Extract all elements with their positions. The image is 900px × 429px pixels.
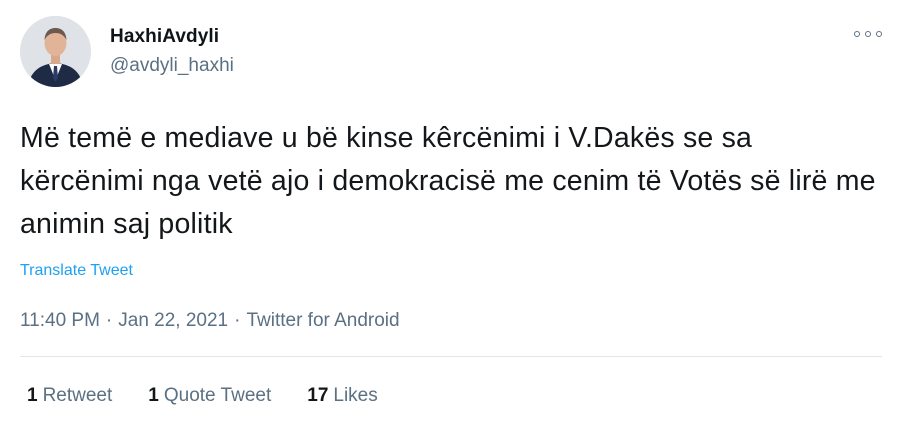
author-display-name[interactable]: HaxhiAvdyli [110,26,219,48]
dot-icon [876,31,882,37]
tweet-time[interactable]: 11:40 PM [20,310,100,332]
meta-separator: · [105,310,113,331]
tweet-metadata: 11:40 PM · Jan 22, 2021 · Twitter for An… [20,310,400,332]
retweets-count: 1 [27,385,38,406]
likes-stat[interactable]: 17 Likes [307,385,378,407]
tweet-date[interactable]: Jan 22, 2021 [118,310,228,332]
author-handle[interactable]: @avdyli_haxhi [110,55,234,77]
translate-tweet-link[interactable]: Translate Tweet [20,262,133,280]
retweets-label: Retweet [42,385,113,406]
quote-tweets-stat[interactable]: 1 Quote Tweet [148,385,271,407]
quote-tweets-count: 1 [148,385,159,406]
quote-tweets-label: Quote Tweet [163,385,272,406]
divider [20,356,882,357]
tweet-card: HaxhiAvdyli @avdyli_haxhi Më temë e medi… [0,0,900,429]
more-options-icon[interactable] [852,24,884,44]
tweet-text: Më temë e mediave u bë kinse kêrcënimi i… [20,122,876,240]
dot-icon [854,31,860,37]
meta-separator: · [234,310,241,331]
retweets-stat[interactable]: 1 Retweet [27,385,112,407]
avatar[interactable] [20,16,91,87]
tweet-stats: 1 Retweet 1 Quote Tweet 17 Likes [27,385,414,407]
dot-icon [865,31,871,37]
tweet-source: Twitter for Android [246,310,400,331]
profile-photo-icon [20,16,91,87]
likes-label: Likes [333,385,378,406]
likes-count: 17 [307,385,329,406]
